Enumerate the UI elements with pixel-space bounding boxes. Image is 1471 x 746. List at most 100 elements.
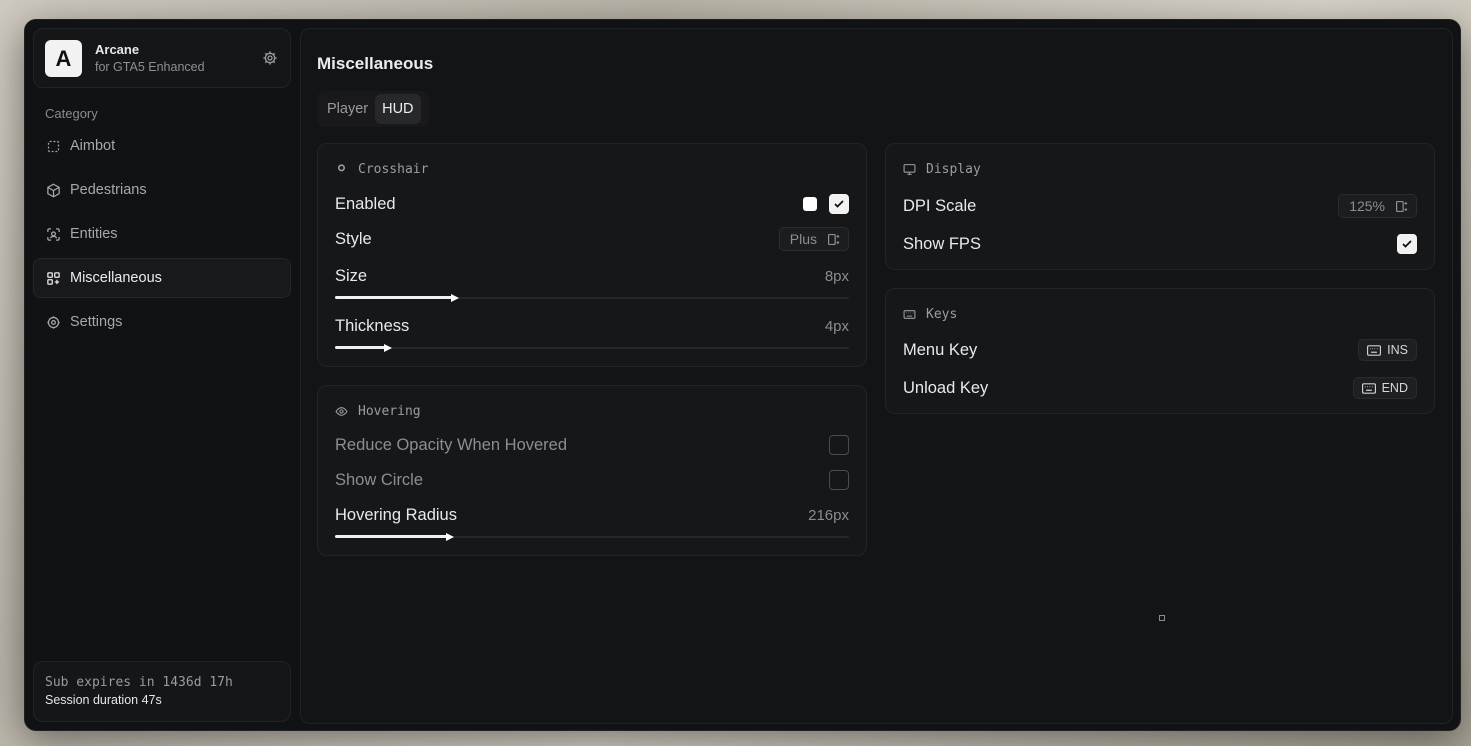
eye-icon [335, 407, 348, 416]
card-header: Keys [903, 307, 957, 322]
hovering-radius-row: Hovering Radius 216px [335, 504, 849, 526]
page-title: Miscellaneous [317, 54, 434, 73]
keys-card: Keys Menu Key INS Unload Key END [885, 288, 1435, 414]
sidebar-item-aimbot[interactable]: Aimbot [33, 126, 291, 166]
circle-icon [337, 164, 346, 172]
cube-icon [47, 183, 60, 197]
hovering-card: Hovering Reduce Opacity When Hovered Sho… [317, 385, 867, 556]
slider-thumb[interactable] [446, 533, 454, 541]
show-fps-row: Show FPS [903, 233, 1417, 255]
brand-subtitle: for GTA5 Enhanced [95, 60, 205, 74]
enabled-controls [803, 194, 849, 214]
show-fps-checkbox[interactable] [1397, 234, 1417, 254]
sidebar-item-entities[interactable]: Entities [33, 214, 291, 254]
slider-fill [335, 535, 448, 538]
select-value: Plus [789, 231, 817, 247]
crosshair-size-slider[interactable] [335, 294, 849, 302]
tab-hud[interactable]: HUD [375, 94, 421, 124]
subscription-expiry: Sub expires in 1436d 17h [45, 675, 233, 690]
sidebar-item-label: Entities [70, 226, 118, 242]
scan-face-icon [47, 227, 60, 241]
blocks-icon [47, 271, 60, 285]
slider-thumb[interactable] [384, 344, 392, 352]
checkmark-icon [1402, 240, 1412, 248]
setting-label: Show Circle [335, 470, 424, 489]
card-title: Display [926, 162, 981, 177]
setting-label: Style [335, 229, 372, 248]
main-panel: Miscellaneous Player HUD Crosshair Enabl… [300, 28, 1453, 724]
crosshair-thickness-row: Thickness 4px [335, 315, 849, 337]
brand-logo: A [45, 40, 82, 77]
reduce-opacity-checkbox[interactable] [829, 435, 849, 455]
setting-label: Thickness [335, 316, 410, 335]
keyboard-icon [903, 310, 916, 319]
card-header: Crosshair [335, 162, 428, 177]
card-title: Crosshair [358, 162, 429, 177]
gear-icon [47, 315, 60, 329]
crosshair-style-select[interactable]: Plus [778, 227, 849, 251]
card-header: Display [903, 162, 981, 177]
setting-label: Show FPS [903, 234, 981, 253]
sidebar-item-miscellaneous[interactable]: Miscellaneous [33, 258, 291, 298]
card-header: Hovering [335, 404, 421, 419]
sidebar-nav: Aimbot Pedestrians Entities Miscellaneou… [33, 126, 291, 346]
setting-value: 216px [808, 506, 849, 524]
session-duration: Session duration 47s [45, 693, 162, 707]
card-title: Keys [926, 307, 958, 322]
key-label: END [1381, 381, 1408, 395]
setting-value: 8px [824, 267, 849, 285]
crosshair-card: Crosshair Enabled Style Plus Size 8px Th… [317, 143, 867, 367]
card-title: Hovering [358, 404, 421, 419]
slider-thumb[interactable] [451, 294, 459, 302]
select-value: 125% [1349, 198, 1385, 214]
keyboard-icon [1361, 382, 1376, 394]
menu-key-row: Menu Key INS [903, 339, 1417, 361]
unload-key-row: Unload Key END [903, 377, 1417, 399]
display-card: Display DPI Scale 125% Show FPS [885, 143, 1435, 270]
setting-label: Hovering Radius [335, 505, 457, 524]
brand-name: Arcane [95, 42, 140, 57]
key-label: INS [1387, 343, 1408, 357]
chevron-updown-icon [1396, 200, 1408, 212]
show-circle-checkbox[interactable] [829, 470, 849, 490]
unload-key-binding[interactable]: END [1352, 377, 1417, 399]
crosshair-size-row: Size 8px [335, 265, 849, 287]
setting-value: 4px [824, 317, 849, 335]
checkmark-icon [834, 200, 844, 208]
resize-handle[interactable] [1159, 615, 1165, 621]
reduce-opacity-row: Reduce Opacity When Hovered [335, 434, 849, 456]
category-label: Category [45, 106, 98, 121]
tab-player[interactable]: Player [320, 94, 375, 124]
chevron-updown-icon [828, 233, 840, 245]
setting-label: Unload Key [903, 378, 989, 397]
sidebar-item-settings[interactable]: Settings [33, 302, 291, 342]
keyboard-icon [1367, 344, 1382, 356]
setting-label: DPI Scale [903, 196, 977, 215]
crosshair-thickness-slider[interactable] [335, 344, 849, 352]
setting-label: Size [335, 266, 368, 285]
slider-track [335, 347, 849, 349]
dpi-scale-row: DPI Scale 125% [903, 194, 1417, 218]
monitor-icon [903, 164, 916, 175]
slider-fill [335, 296, 453, 299]
app-window: A Arcane for GTA5 Enhanced Category Aimb… [24, 19, 1461, 731]
sidebar-item-label: Pedestrians [70, 182, 147, 198]
sidebar: A Arcane for GTA5 Enhanced Category Aimb… [25, 20, 299, 730]
crosshair-enabled-row: Enabled [335, 193, 849, 215]
subscription-info: Sub expires in 1436d 17h Session duratio… [33, 661, 291, 722]
crosshair-enabled-checkbox[interactable] [829, 194, 849, 214]
gear-icon[interactable] [262, 50, 278, 66]
crosshair-color-swatch[interactable] [803, 197, 817, 211]
dashed-square-icon [47, 140, 60, 152]
slider-fill [335, 346, 386, 349]
menu-key-binding[interactable]: INS [1358, 339, 1417, 361]
tab-bar: Player HUD [317, 91, 429, 127]
dpi-scale-select[interactable]: 125% [1338, 194, 1417, 218]
setting-label: Reduce Opacity When Hovered [335, 435, 568, 454]
hovering-radius-slider[interactable] [335, 533, 849, 541]
brand-card: A Arcane for GTA5 Enhanced [33, 28, 291, 88]
setting-label: Enabled [335, 194, 396, 213]
crosshair-style-row: Style Plus [335, 227, 849, 251]
sidebar-item-pedestrians[interactable]: Pedestrians [33, 170, 291, 210]
sidebar-item-label: Miscellaneous [70, 270, 162, 286]
